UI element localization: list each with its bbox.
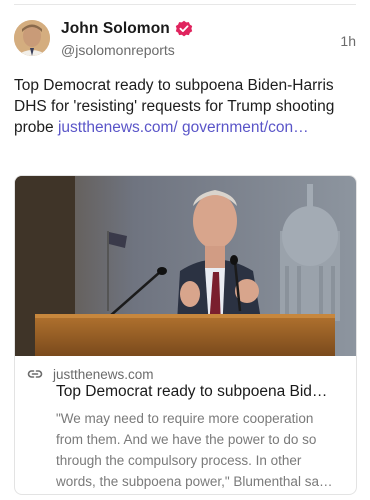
- link-preview-card[interactable]: justthenews.com Top Democrat ready to su…: [14, 175, 357, 495]
- verified-badge-icon: [175, 20, 193, 38]
- author-row: John Solomon: [61, 20, 193, 38]
- post-link[interactable]: justthenews.com/ government/con…: [58, 119, 309, 136]
- card-domain: justthenews.com: [53, 366, 154, 382]
- link-icon: [27, 366, 43, 382]
- card-title[interactable]: Top Democrat ready to subpoena Bid…: [56, 383, 346, 401]
- card-description: "We may need to require more cooperation…: [56, 411, 333, 489]
- author-name[interactable]: John Solomon: [61, 20, 170, 38]
- avatar[interactable]: [14, 20, 50, 56]
- top-divider: [14, 4, 356, 5]
- author-handle[interactable]: @jsolomonreports: [61, 42, 175, 58]
- card-domain-row: justthenews.com: [27, 366, 154, 382]
- post-header: John Solomon @jsolomonreports 1h: [14, 20, 356, 64]
- card-body: justthenews.com Top Democrat ready to su…: [15, 356, 356, 494]
- card-image: [15, 176, 356, 356]
- post-text: Top Democrat ready to subpoena Biden-Har…: [14, 75, 354, 138]
- post-timestamp[interactable]: 1h: [340, 33, 356, 49]
